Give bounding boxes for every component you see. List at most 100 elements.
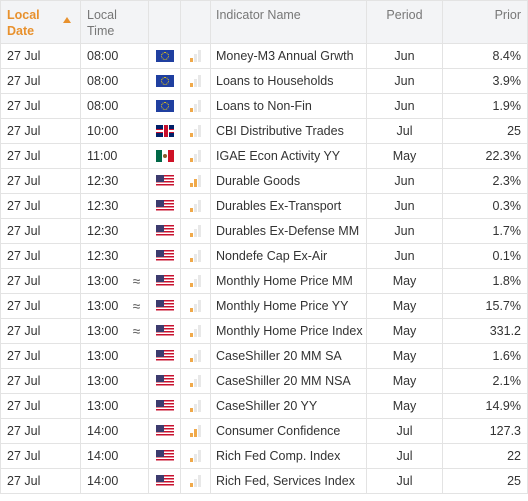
importance-bars-icon	[190, 450, 201, 462]
table-row[interactable]: 27 Jul 13:00 CaseShiller 20 MM SA May 1.…	[1, 344, 527, 369]
gb-flag-icon	[155, 125, 174, 137]
indicator-name-cell[interactable]: Durables Ex-Defense MM	[211, 219, 367, 243]
importance-bars-icon	[190, 475, 201, 487]
importance-cell	[181, 269, 211, 293]
indicator-name-cell[interactable]: Monthly Home Price Index	[211, 319, 367, 343]
table-row[interactable]: 27 Jul 08:00 Loans to Households Jun 3.9…	[1, 69, 527, 94]
indicator-name-cell[interactable]: Rich Fed Comp. Index	[211, 444, 367, 468]
importance-cell	[181, 294, 211, 318]
importance-bar	[190, 358, 193, 362]
table-row[interactable]: 27 Jul 13:00 CaseShiller 20 YY May 14.9%	[1, 394, 527, 419]
importance-cell	[181, 444, 211, 468]
flag-cell	[149, 169, 181, 193]
importance-cell	[181, 419, 211, 443]
column-header-indicator-name[interactable]: Indicator Name	[211, 1, 367, 43]
table-row[interactable]: 27 Jul 12:30 Nondefe Cap Ex-Air Jun 0.1%	[1, 244, 527, 269]
indicator-name-cell[interactable]: Loans to Non-Fin	[211, 94, 367, 118]
indicator-name-cell[interactable]: Monthly Home Price YY	[211, 294, 367, 318]
importance-bar	[194, 129, 197, 137]
indicator-name-cell[interactable]: CaseShiller 20 MM SA	[211, 344, 367, 368]
column-header-approx	[125, 1, 149, 43]
indicator-name-cell[interactable]: Durable Goods	[211, 169, 367, 193]
time-cell: 08:00	[81, 94, 125, 118]
table-row[interactable]: 27 Jul 08:00 Money-M3 Annual Grwth Jun 8…	[1, 44, 527, 69]
table-row[interactable]: 27 Jul 13:00 ≈ Monthly Home Price YY May…	[1, 294, 527, 319]
importance-bar	[198, 100, 201, 112]
prior-cell: 3.9%	[443, 69, 527, 93]
time-text: 14:00	[87, 449, 119, 463]
flag-cell	[149, 319, 181, 343]
table-row[interactable]: 27 Jul 14:00 Consumer Confidence Jul 127…	[1, 419, 527, 444]
importance-bar	[190, 158, 193, 162]
column-header-local-time-label: Local Time	[87, 8, 117, 38]
indicator-name-text: Consumer Confidence	[216, 424, 341, 438]
indicator-name-cell[interactable]: Loans to Households	[211, 69, 367, 93]
table-row[interactable]: 27 Jul 10:00 CBI Distributive Trades Jul…	[1, 119, 527, 144]
us-flag-icon	[155, 225, 174, 237]
importance-bar	[194, 329, 197, 337]
date-text: 27 Jul	[7, 424, 41, 438]
date-text: 27 Jul	[7, 49, 41, 63]
period-cell: Jul	[367, 444, 443, 468]
indicator-name-cell[interactable]: Rich Fed, Services Index	[211, 469, 367, 493]
date-cell: 27 Jul	[1, 419, 81, 443]
table-row[interactable]: 27 Jul 13:00 ≈ Monthly Home Price Index …	[1, 319, 527, 344]
indicator-name-cell[interactable]: CaseShiller 20 YY	[211, 394, 367, 418]
table-row[interactable]: 27 Jul 13:00 CaseShiller 20 MM NSA May 2…	[1, 369, 527, 394]
indicator-name-cell[interactable]: Consumer Confidence	[211, 419, 367, 443]
column-header-period[interactable]: Period	[367, 1, 443, 43]
importance-bar	[190, 83, 193, 87]
date-text: 27 Jul	[7, 249, 41, 263]
approx-cell: ≈	[125, 294, 149, 318]
period-text: May	[392, 324, 417, 338]
importance-bar	[198, 350, 201, 362]
indicator-name-cell[interactable]: Monthly Home Price MM	[211, 269, 367, 293]
table-row[interactable]: 27 Jul 08:00 Loans to Non-Fin Jun 1.9%	[1, 94, 527, 119]
importance-bar	[198, 425, 201, 437]
time-cell: 13:00	[81, 394, 125, 418]
indicator-name-cell[interactable]: Durables Ex-Transport	[211, 194, 367, 218]
column-header-local-date[interactable]: Local Date	[1, 1, 81, 43]
flag-cell	[149, 219, 181, 243]
importance-bars-icon	[190, 125, 201, 137]
time-text: 08:00	[87, 99, 119, 113]
table-row[interactable]: 27 Jul 11:00 IGAE Econ Activity YY May 2…	[1, 144, 527, 169]
period-text: Jul	[396, 474, 413, 488]
importance-bar	[198, 175, 201, 187]
importance-bar	[190, 108, 193, 112]
column-header-prior[interactable]: Prior	[443, 1, 527, 43]
importance-bar	[198, 325, 201, 337]
indicator-name-text: Rich Fed Comp. Index	[216, 449, 341, 463]
indicator-name-cell[interactable]: Nondefe Cap Ex-Air	[211, 244, 367, 268]
flag-cell	[149, 294, 181, 318]
approx-cell	[125, 169, 149, 193]
prior-text: 0.1%	[492, 249, 522, 263]
table-row[interactable]: 27 Jul 12:30 Durables Ex-Defense MM Jun …	[1, 219, 527, 244]
importance-bar	[194, 104, 197, 112]
approx-cell	[125, 144, 149, 168]
importance-cell	[181, 144, 211, 168]
us-flag-icon	[155, 200, 174, 212]
prior-cell: 1.8%	[443, 269, 527, 293]
date-cell: 27 Jul	[1, 94, 81, 118]
column-header-local-time[interactable]: Local Time	[81, 1, 125, 43]
table-row[interactable]: 27 Jul 14:00 Rich Fed, Services Index Ju…	[1, 469, 527, 494]
indicator-name-cell[interactable]: CBI Distributive Trades	[211, 119, 367, 143]
indicator-name-cell[interactable]: Money-M3 Annual Grwth	[211, 44, 367, 68]
date-text: 27 Jul	[7, 74, 41, 88]
period-cell: Jun	[367, 169, 443, 193]
table-row[interactable]: 27 Jul 14:00 Rich Fed Comp. Index Jul 22	[1, 444, 527, 469]
time-cell: 13:00	[81, 319, 125, 343]
indicator-name-cell[interactable]: CaseShiller 20 MM NSA	[211, 369, 367, 393]
prior-cell: 8.4%	[443, 44, 527, 68]
table-row[interactable]: 27 Jul 12:30 Durable Goods Jun 2.3%	[1, 169, 527, 194]
importance-cell	[181, 344, 211, 368]
us-flag-icon	[155, 300, 174, 312]
prior-cell: 1.6%	[443, 344, 527, 368]
indicator-name-cell[interactable]: IGAE Econ Activity YY	[211, 144, 367, 168]
importance-bar	[190, 283, 193, 287]
prior-text: 8.4%	[492, 49, 522, 63]
table-row[interactable]: 27 Jul 12:30 Durables Ex-Transport Jun 0…	[1, 194, 527, 219]
table-row[interactable]: 27 Jul 13:00 ≈ Monthly Home Price MM May…	[1, 269, 527, 294]
approx-cell	[125, 244, 149, 268]
